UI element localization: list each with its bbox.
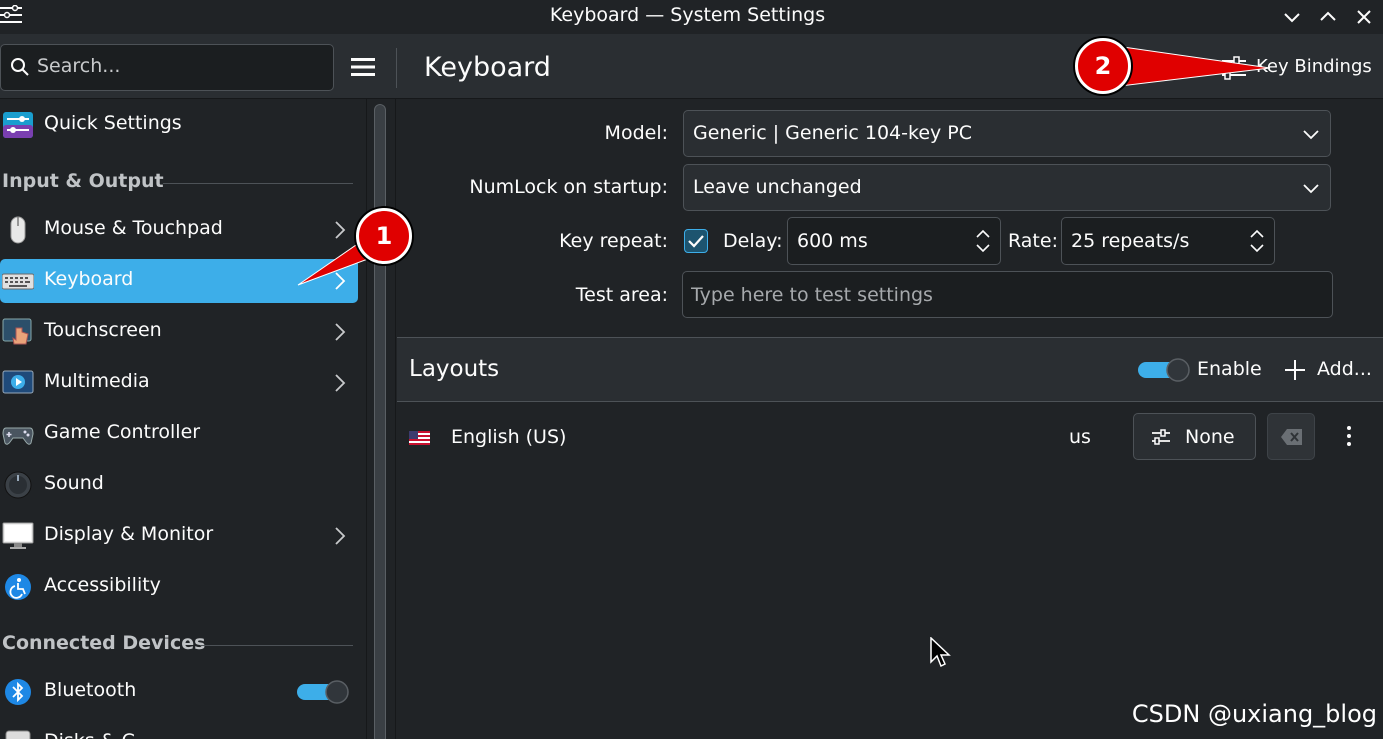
annotation-badge-2: 2 bbox=[1075, 38, 1131, 94]
annotation-badge-1: 1 bbox=[356, 208, 412, 264]
watermark: CSDN @uxiang_blog bbox=[1131, 700, 1377, 728]
annotation-arrows bbox=[0, 0, 1383, 739]
